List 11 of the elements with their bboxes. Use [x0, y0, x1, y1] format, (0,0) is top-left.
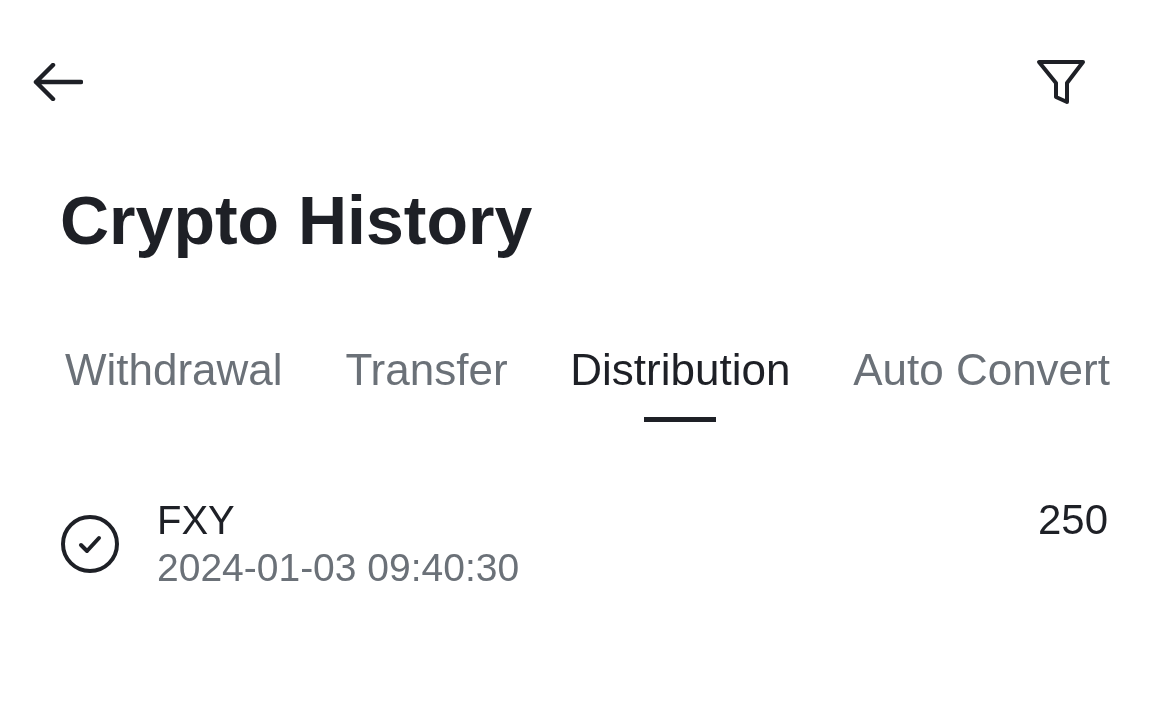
tab[interactable]: Withdrawal — [65, 344, 283, 422]
tab[interactable]: Distribution — [570, 344, 791, 422]
tab[interactable]: Transfer — [345, 344, 508, 422]
amount: 250 — [1037, 496, 1108, 544]
back-arrow-icon — [33, 63, 83, 101]
tab[interactable]: Auto Convert — [853, 344, 1110, 422]
asset-name: FXY — [157, 497, 236, 544]
filter-icon — [1036, 59, 1086, 105]
filter-button[interactable] — [1036, 58, 1086, 106]
page-title: Crypto History — [60, 182, 533, 258]
record-time: 2024-01-03 09:40:30 — [157, 545, 520, 591]
